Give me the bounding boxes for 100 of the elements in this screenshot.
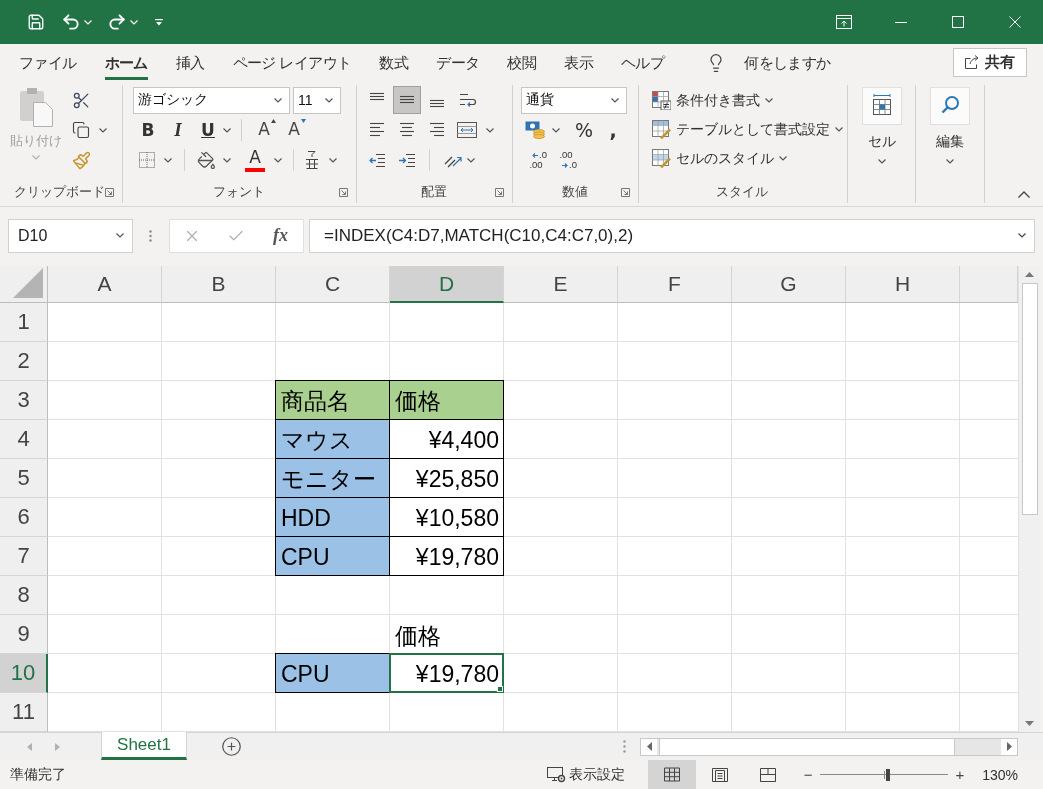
redo-icon[interactable] xyxy=(107,12,127,32)
align-center-icon[interactable] xyxy=(399,122,415,138)
fill-handle-icon[interactable] xyxy=(497,686,503,692)
underline-button[interactable]: U xyxy=(193,117,223,143)
phonetic-guide-icon[interactable] xyxy=(305,151,319,169)
page-layout-icon[interactable] xyxy=(711,767,728,782)
ribbon-tab[interactable]: 数式 xyxy=(365,44,423,80)
scroll-up-icon[interactable] xyxy=(1025,272,1034,277)
column-header[interactable]: C xyxy=(276,266,390,303)
dialog-launcher-icon[interactable] xyxy=(495,187,504,197)
undo-icon[interactable] xyxy=(61,12,81,32)
caret-icon[interactable] xyxy=(835,127,843,132)
align-left-icon[interactable] xyxy=(369,122,385,138)
display-settings-button[interactable]: 表示設定 xyxy=(546,765,625,784)
font-name-dropdown[interactable]: 游ゴシック xyxy=(133,86,290,114)
scissors-icon[interactable] xyxy=(72,90,91,110)
drag-handle-icon[interactable] xyxy=(149,229,152,242)
italic-button[interactable]: I xyxy=(163,117,193,143)
row-header[interactable]: 3 xyxy=(0,381,48,420)
row-header[interactable]: 9 xyxy=(0,615,48,654)
row-header[interactable]: 2 xyxy=(0,342,48,381)
scroll-thumb[interactable] xyxy=(1021,283,1038,515)
align-middle-icon[interactable] xyxy=(393,86,421,114)
collapse-ribbon-icon[interactable] xyxy=(1018,191,1030,198)
caret-icon[interactable] xyxy=(467,157,475,163)
add-sheet-icon[interactable] xyxy=(221,736,242,757)
formula-field[interactable]: =INDEX(C4:D7,MATCH(C10,C4:C7,0),2) xyxy=(309,218,1035,253)
align-right-icon[interactable] xyxy=(429,122,445,138)
caret-icon[interactable] xyxy=(325,97,333,103)
row-header[interactable]: 11 xyxy=(0,693,48,732)
wrap-text-icon[interactable] xyxy=(459,92,477,108)
scroll-left-icon[interactable] xyxy=(646,742,652,751)
column-header[interactable]: E xyxy=(504,266,618,303)
sheet-tab[interactable]: Sheet1 xyxy=(101,732,187,760)
close-icon[interactable] xyxy=(1008,16,1021,28)
drag-handle-icon[interactable] xyxy=(623,740,626,753)
caret-icon[interactable] xyxy=(329,157,337,163)
ribbon-tab[interactable]: ファイル xyxy=(5,44,91,80)
percent-button[interactable]: % xyxy=(566,117,602,143)
ribbon-tab[interactable]: ページ レイアウト xyxy=(218,44,366,80)
row-header[interactable]: 4 xyxy=(0,420,48,459)
row-header[interactable]: 5 xyxy=(0,459,48,498)
caret-icon[interactable] xyxy=(223,127,231,133)
number-format-dropdown[interactable]: 通貨 xyxy=(521,86,627,114)
column-header[interactable]: A xyxy=(48,266,162,303)
caret-icon[interactable] xyxy=(765,98,773,103)
scroll-down-icon[interactable] xyxy=(1025,721,1034,726)
caret-icon[interactable] xyxy=(946,159,954,164)
page-break-icon[interactable] xyxy=(759,767,776,782)
minimize-icon[interactable] xyxy=(894,21,907,23)
caret-icon[interactable] xyxy=(99,127,107,133)
dialog-launcher-icon[interactable] xyxy=(105,187,114,197)
column-header[interactable]: H xyxy=(846,266,960,303)
font-color-button[interactable]: A xyxy=(243,146,267,174)
copy-icon[interactable] xyxy=(72,121,90,139)
scroll-thumb[interactable] xyxy=(659,738,955,755)
caret-icon[interactable] xyxy=(779,156,787,161)
column-header[interactable]: D xyxy=(390,266,504,303)
maximize-icon[interactable] xyxy=(951,16,964,28)
ribbon-display-icon[interactable] xyxy=(835,15,852,29)
active-cell[interactable]: ¥19,780 xyxy=(389,653,504,693)
ribbon-tab[interactable]: 挿入 xyxy=(161,44,219,80)
row-header[interactable]: 8 xyxy=(0,576,48,615)
grow-font-button[interactable]: A xyxy=(252,117,282,143)
increase-decimal-button[interactable]: .0 .00 xyxy=(521,146,551,174)
caret-icon[interactable] xyxy=(552,127,560,133)
zoom-thumb[interactable] xyxy=(886,768,891,781)
money-icon[interactable] xyxy=(525,121,545,139)
caret-icon[interactable] xyxy=(223,157,231,163)
row-header[interactable]: 6 xyxy=(0,498,48,537)
caret-icon[interactable] xyxy=(486,127,494,133)
caret-icon[interactable] xyxy=(274,157,282,163)
column-header[interactable]: G xyxy=(732,266,846,303)
caret-icon[interactable] xyxy=(611,97,619,103)
decrease-indent-icon[interactable] xyxy=(369,153,385,167)
column-header[interactable]: F xyxy=(618,266,732,303)
name-box[interactable]: D10 xyxy=(8,218,133,253)
row-header[interactable]: 7 xyxy=(0,537,48,576)
ribbon-tab[interactable]: 表示 xyxy=(550,44,608,80)
comma-button[interactable]: , xyxy=(602,117,624,143)
increase-indent-icon[interactable] xyxy=(399,153,415,167)
zoom-in-button[interactable]: + xyxy=(953,766,967,783)
zoom-out-button[interactable]: − xyxy=(801,766,815,783)
conditional-format-button[interactable]: 条件付き書式 xyxy=(652,91,773,110)
ribbon-tab[interactable]: ホーム xyxy=(90,44,162,80)
row-header[interactable]: 10 xyxy=(0,654,48,693)
row-header[interactable]: 1 xyxy=(0,303,48,342)
scroll-right-icon[interactable] xyxy=(1006,742,1012,751)
cells-button[interactable]: セル xyxy=(861,85,902,164)
ribbon-tab[interactable]: 校閲 xyxy=(493,44,551,80)
ribbon-tab[interactable]: ヘルプ xyxy=(607,44,679,80)
insert-function-button[interactable]: fx xyxy=(271,225,290,246)
caret-icon[interactable] xyxy=(274,97,282,103)
caret-icon[interactable] xyxy=(1018,233,1026,238)
cell-styles-button[interactable]: セルのスタイル xyxy=(652,149,787,168)
normal-view-icon[interactable] xyxy=(647,760,696,789)
share-button[interactable]: 共有 xyxy=(953,47,1027,77)
save-icon[interactable] xyxy=(27,13,45,31)
decrease-decimal-button[interactable]: .00 .0 xyxy=(551,146,581,174)
horizontal-scrollbar[interactable] xyxy=(640,737,1018,756)
